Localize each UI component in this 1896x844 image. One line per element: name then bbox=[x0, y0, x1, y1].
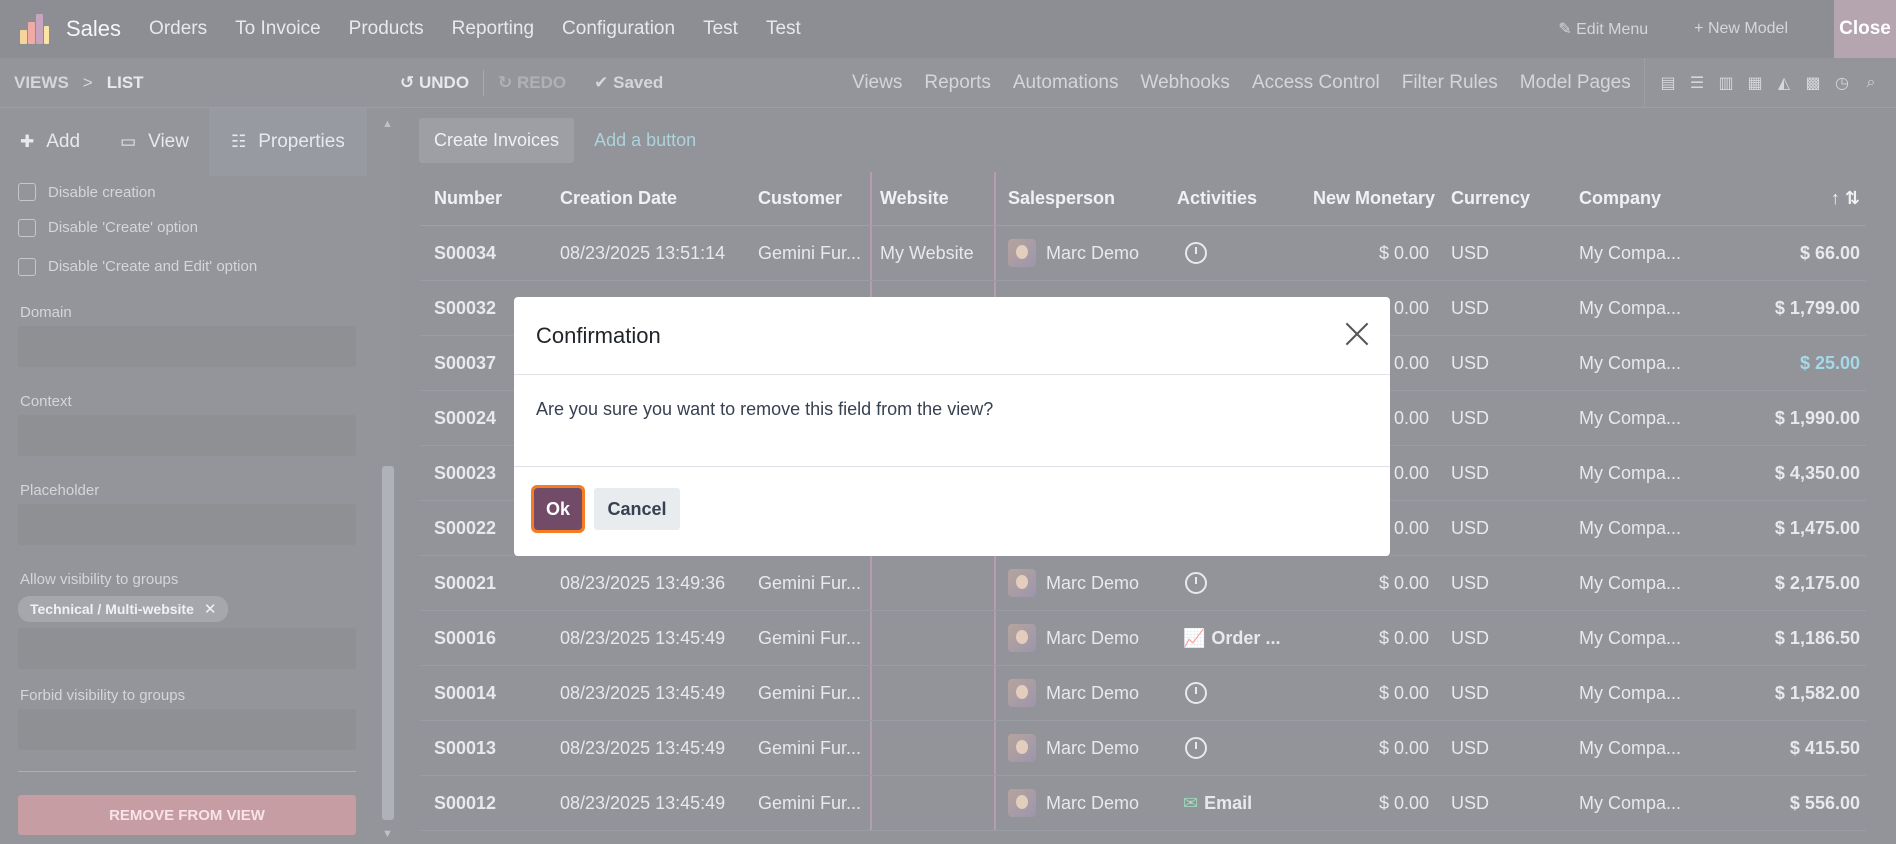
close-icon[interactable] bbox=[1344, 321, 1370, 347]
confirmation-dialog: Confirmation Are you sure you want to re… bbox=[514, 297, 1390, 556]
cancel-button[interactable]: Cancel bbox=[594, 488, 680, 530]
dialog-message: Are you sure you want to remove this fie… bbox=[536, 399, 994, 419]
dialog-title: Confirmation bbox=[536, 323, 661, 348]
ok-button[interactable]: Ok bbox=[531, 485, 585, 533]
